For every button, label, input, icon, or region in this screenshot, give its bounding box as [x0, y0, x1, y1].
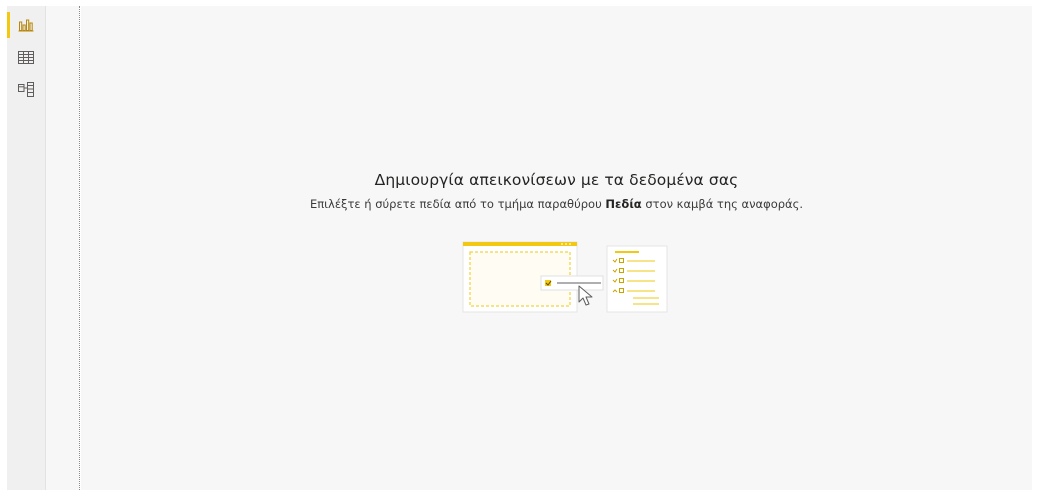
- report-canvas[interactable]: Δημιουργία απεικονίσεων με τα δεδομένα σ…: [81, 6, 1032, 490]
- subtitle-text-start: Επιλέξτε ή σύρετε πεδία από το τμήμα παρ…: [309, 197, 606, 211]
- report-view-button[interactable]: [7, 10, 45, 40]
- bar-chart-icon: [18, 18, 34, 32]
- drag-fields-illustration: [462, 241, 668, 313]
- table-grid-icon: [18, 50, 34, 64]
- dragged-field-chip: [540, 275, 604, 291]
- data-view-button[interactable]: [7, 42, 45, 72]
- empty-state-subtitle: Επιλέξτε ή σύρετε πεδία από το τμήμα παρ…: [81, 197, 1032, 211]
- empty-state-title: Δημιουργία απεικονίσεων με τα δεδομένα σ…: [374, 171, 739, 189]
- model-diagram-icon: [18, 81, 34, 97]
- model-view-button[interactable]: [7, 74, 45, 104]
- view-switcher-rail: [7, 6, 46, 490]
- page-boundary-divider: [79, 6, 80, 490]
- fields-pane-reference: Πεδία: [605, 197, 642, 211]
- subtitle-text-end: στον καμβά της αναφοράς.: [641, 197, 804, 211]
- canvas-margin: [46, 6, 79, 490]
- empty-state-message: Δημιουργία απεικονίσεων με τα δεδομένα σ…: [81, 171, 1032, 211]
- power-bi-report-workspace: Δημιουργία απεικονίσεων με τα δεδομένα σ…: [0, 0, 1038, 490]
- fields-pane-illustration: [606, 245, 668, 313]
